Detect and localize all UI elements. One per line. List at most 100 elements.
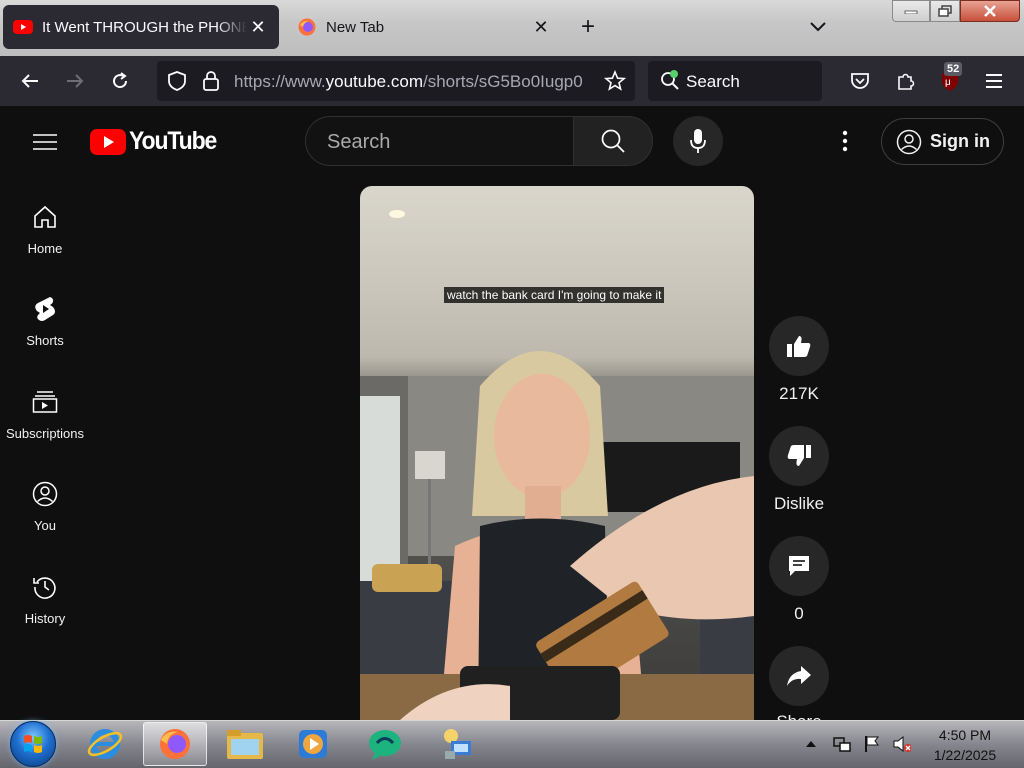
search-placeholder: Search bbox=[327, 131, 391, 153]
sidebar-item-label: Home bbox=[27, 241, 63, 256]
youtube-icon bbox=[13, 17, 33, 37]
voice-search-button[interactable] bbox=[673, 116, 723, 166]
more-vertical-icon bbox=[842, 130, 848, 152]
taskbar-chat-app[interactable] bbox=[355, 722, 415, 766]
sidebar-item-label: History bbox=[24, 611, 66, 626]
forward-button[interactable] bbox=[60, 66, 90, 96]
search-icon bbox=[601, 129, 625, 153]
clock-time: 4:50 PM bbox=[938, 727, 992, 743]
media-player-icon bbox=[299, 730, 327, 758]
back-button[interactable] bbox=[15, 66, 45, 96]
pocket-button[interactable] bbox=[845, 66, 875, 96]
comment-count: 0 bbox=[794, 604, 804, 623]
new-tab-button[interactable]: + bbox=[574, 13, 602, 41]
youtube-search-button[interactable] bbox=[573, 116, 653, 166]
sidebar-item-home[interactable]: Home bbox=[0, 190, 90, 270]
pocket-icon bbox=[851, 73, 869, 89]
taskbar-media-player[interactable] bbox=[283, 722, 343, 766]
guide-menu-button[interactable] bbox=[30, 128, 60, 156]
taskbar-network-app[interactable] bbox=[425, 722, 485, 766]
sign-in-button[interactable]: Sign in bbox=[881, 118, 1004, 165]
forward-arrow-icon bbox=[67, 74, 84, 88]
comments-button[interactable] bbox=[769, 536, 829, 596]
back-arrow-icon bbox=[21, 74, 38, 88]
shield-icon[interactable] bbox=[167, 71, 187, 96]
sidebar-item-you[interactable]: You bbox=[0, 467, 90, 547]
start-button[interactable] bbox=[10, 721, 56, 767]
youtube-logo[interactable]: YouTube bbox=[90, 127, 224, 156]
reload-icon bbox=[113, 72, 128, 89]
browser-search-field[interactable]: Search bbox=[648, 61, 822, 101]
url-path: /shorts/sG5Bo0Iugp0 bbox=[422, 72, 583, 91]
url-text[interactable]: https://www.youtube.com/shorts/sG5Bo0Iug… bbox=[234, 72, 596, 92]
share-button[interactable] bbox=[769, 646, 829, 706]
ie-icon bbox=[87, 729, 123, 759]
restore-window-button[interactable] bbox=[930, 0, 960, 22]
volume-muted-icon[interactable] bbox=[893, 735, 911, 753]
sidebar-item-label: You bbox=[34, 518, 56, 533]
home-icon bbox=[30, 202, 60, 232]
tab-title: New Tab bbox=[326, 18, 385, 36]
lock-icon[interactable] bbox=[202, 70, 220, 97]
search-icon bbox=[659, 69, 681, 96]
settings-more-button[interactable] bbox=[830, 126, 860, 156]
chat-app-icon bbox=[369, 730, 401, 760]
youtube-logo-icon bbox=[90, 128, 126, 155]
system-clock[interactable]: 4:50 PM 1/22/2025 bbox=[922, 725, 1008, 765]
firefox-icon bbox=[160, 729, 190, 759]
comment-icon bbox=[789, 556, 809, 576]
sidebar-item-label: Subscriptions bbox=[5, 426, 85, 441]
short-video-player[interactable] bbox=[360, 186, 754, 720]
close-tab-icon[interactable]: ✕ bbox=[247, 16, 269, 38]
video-frame bbox=[360, 210, 754, 720]
tab-new-tab[interactable]: New Tab ✕ bbox=[287, 5, 562, 49]
thumbs-down-icon bbox=[787, 445, 811, 466]
clock-date: 1/22/2025 bbox=[933, 747, 997, 763]
tab-title: It Went THROUGH the PHONE bbox=[42, 18, 247, 36]
app-menu-button[interactable] bbox=[979, 66, 1009, 96]
close-tab-icon[interactable]: ✕ bbox=[530, 16, 552, 38]
minimize-window-button[interactable] bbox=[892, 0, 930, 22]
network-app-icon bbox=[444, 729, 471, 759]
chevron-down-icon bbox=[810, 22, 826, 32]
list-all-tabs-button[interactable] bbox=[804, 13, 832, 41]
thumbs-up-icon bbox=[787, 336, 811, 357]
sidebar-item-subscriptions[interactable]: Subscriptions bbox=[0, 375, 90, 455]
url-bar[interactable]: https://www.youtube.com/shorts/sG5Bo0Iug… bbox=[157, 61, 635, 101]
share-arrow-icon bbox=[787, 666, 811, 686]
taskbar-internet-explorer[interactable] bbox=[75, 722, 135, 766]
video-caption: watch the bank card I'm going to make it bbox=[444, 287, 665, 303]
reload-button[interactable] bbox=[105, 66, 135, 96]
microphone-icon bbox=[690, 129, 706, 153]
taskbar-firefox[interactable] bbox=[143, 722, 207, 766]
logo-text: YouTube bbox=[129, 127, 217, 155]
share-label: Share bbox=[759, 712, 839, 720]
close-window-button[interactable] bbox=[960, 0, 1020, 22]
extension-badge: 52 bbox=[944, 62, 963, 76]
puzzle-icon bbox=[898, 73, 915, 90]
url-prefix: https://www. bbox=[234, 72, 326, 91]
subscriptions-icon bbox=[30, 387, 60, 417]
sidebar-item-history[interactable]: History bbox=[0, 560, 90, 640]
action-center-flag-icon[interactable] bbox=[863, 735, 881, 753]
you-icon bbox=[30, 479, 60, 509]
sidebar-item-shorts[interactable]: Shorts bbox=[0, 282, 90, 362]
hamburger-menu-icon bbox=[986, 74, 1002, 88]
dislike-button[interactable] bbox=[769, 426, 829, 486]
shorts-icon bbox=[30, 294, 60, 324]
svg-text:μ: μ bbox=[945, 77, 951, 88]
like-button[interactable] bbox=[769, 316, 829, 376]
youtube-search-input[interactable]: Search bbox=[305, 116, 573, 166]
show-hidden-icons-button[interactable] bbox=[802, 735, 820, 753]
extensions-button[interactable] bbox=[891, 66, 921, 96]
history-icon bbox=[30, 572, 60, 602]
firefox-icon bbox=[297, 17, 317, 37]
browser-search-placeholder: Search bbox=[686, 72, 740, 91]
dislike-label: Dislike bbox=[773, 494, 825, 513]
bookmark-star-icon[interactable] bbox=[603, 69, 627, 97]
taskbar-file-explorer[interactable] bbox=[215, 722, 275, 766]
explorer-icon bbox=[227, 730, 263, 759]
sidebar-item-label: Shorts bbox=[26, 333, 64, 348]
network-tray-icon[interactable] bbox=[833, 735, 851, 753]
tab-youtube-short[interactable]: It Went THROUGH the PHONE ✕ bbox=[3, 5, 279, 49]
